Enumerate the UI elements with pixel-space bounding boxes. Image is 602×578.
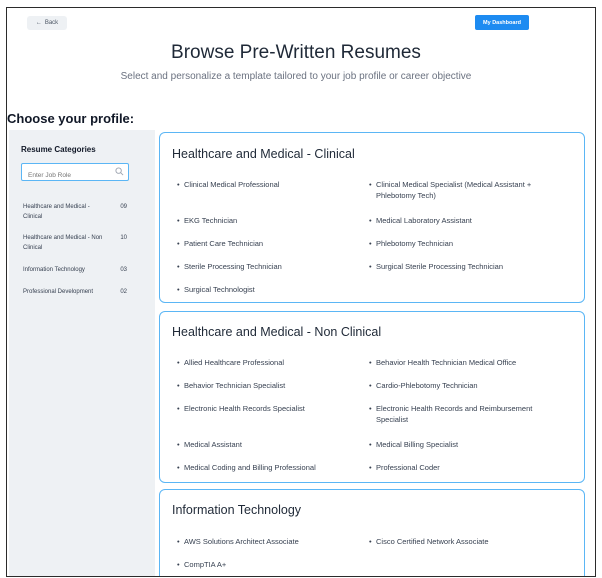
sidebar-item-professional-development[interactable]: Professional Development 02 (23, 287, 133, 297)
bullet-icon: • (177, 560, 180, 569)
category-count: 10 (120, 235, 127, 241)
resume-link[interactable]: • Behavior Health Technician Medical Offi… (369, 357, 576, 368)
resume-link[interactable]: • Allied Healthcare Professional (177, 357, 354, 368)
choose-profile-heading: Choose your profile: (7, 111, 135, 126)
bullet-icon: • (369, 440, 372, 449)
category-count: 02 (120, 289, 127, 295)
bullet-icon: • (369, 180, 372, 189)
my-dashboard-button[interactable]: My Dashboard (475, 15, 529, 30)
resume-link[interactable]: • Electronic Health Records Specialist (177, 403, 354, 414)
section-card-healthcare-clinical: Healthcare and Medical - Clinical • Clini… (159, 132, 585, 303)
section-title: Healthcare and Medical - Clinical (172, 147, 355, 161)
section-title: Information Technology (172, 503, 302, 517)
category-count: 09 (120, 204, 127, 210)
bullet-icon: • (177, 239, 180, 248)
page-subtitle: Select and personalize a template tailor… (120, 71, 472, 82)
bullet-icon: • (177, 216, 180, 225)
bullet-icon: • (177, 180, 180, 189)
section-card-information-technology: Information Technology • AWS Solutions Ar… (159, 489, 585, 576)
page-title: Browse Pre-Written Resumes (171, 42, 421, 63)
resume-link[interactable]: • Sterile Processing Technician (177, 261, 354, 272)
bullet-icon: • (177, 537, 180, 546)
section-card-healthcare-non-clinical: Healthcare and Medical - Non Clinical • A… (159, 311, 585, 483)
search-input[interactable] (22, 167, 116, 184)
job-role-search[interactable] (21, 163, 129, 184)
category-label: Information Technology (23, 267, 85, 273)
resume-link[interactable]: • Clinical Medical Professional (177, 179, 354, 190)
resume-link[interactable]: • Surgical Sterile Processing Technician (369, 261, 566, 272)
resume-link[interactable]: • Medical Assistant (177, 439, 354, 450)
category-label: Healthcare and Medical - Clinical (23, 204, 90, 220)
bullet-icon: • (369, 262, 372, 271)
sidebar-heading: Resume Categories (21, 145, 96, 154)
app-window: ← Back My Dashboard Browse Pre-Written R… (6, 7, 596, 577)
bullet-icon: • (369, 216, 372, 225)
resume-link[interactable]: • Patient Care Technician (177, 238, 354, 249)
resume-link[interactable]: • Cisco Certified Network Associate (369, 536, 566, 547)
resume-link[interactable]: • Medical Billing Specialist (369, 439, 566, 450)
arrow-left-icon: ← (35, 20, 42, 26)
resume-link[interactable]: • EKG Technician (177, 215, 354, 226)
resume-link[interactable]: • Clinical Medical Specialist (Medical As… (369, 179, 566, 201)
bullet-icon: • (177, 262, 180, 271)
bullet-icon: • (369, 239, 372, 248)
resume-link[interactable]: • Professional Coder (369, 462, 566, 473)
back-button[interactable]: ← Back (27, 16, 67, 30)
sidebar-item-information-technology[interactable]: Information Technology 03 (23, 265, 133, 275)
resume-link[interactable]: • Medical Laboratory Assistant (369, 215, 566, 226)
resume-link[interactable]: • Surgical Technologist (177, 284, 354, 295)
resume-link[interactable]: • Phlebotomy Technician (369, 238, 566, 249)
search-icon[interactable] (115, 167, 124, 176)
back-label: Back (44, 20, 59, 26)
sidebar-item-healthcare-clinical[interactable]: Healthcare and Medical - Clinical 09 (23, 202, 133, 222)
bullet-icon: • (177, 440, 180, 449)
bullet-icon: • (177, 285, 180, 294)
resume-link[interactable]: • AWS Solutions Architect Associate (177, 536, 354, 547)
category-label: Professional Development (23, 289, 94, 295)
resume-link[interactable]: • Electronic Health Records and Reimburse… (369, 403, 566, 425)
resume-link[interactable]: • Cardio-Phlebotomy Technician (369, 380, 566, 391)
bullet-icon: • (369, 358, 372, 367)
category-count: 03 (120, 267, 127, 273)
bullet-icon: • (369, 537, 372, 546)
category-label: Healthcare and Medical - Non Clinical (23, 235, 103, 251)
bullet-icon: • (369, 404, 372, 413)
resume-link[interactable]: • Medical Coding and Billing Professional (177, 462, 364, 473)
bullet-icon: • (177, 404, 180, 413)
resume-link[interactable]: • Behavior Technician Specialist (177, 380, 354, 391)
categories-sidebar: Resume Categories Healthcare and Medical… (9, 130, 155, 576)
section-title: Healthcare and Medical - Non Clinical (172, 325, 382, 339)
bullet-icon: • (369, 381, 372, 390)
bullet-icon: • (177, 381, 180, 390)
sidebar-item-healthcare-non-clinical[interactable]: Healthcare and Medical - Non Clinical 10 (23, 233, 133, 253)
bullet-icon: • (177, 463, 180, 472)
resume-link[interactable]: • CompTIA A+ (177, 559, 354, 570)
bullet-icon: • (369, 463, 372, 472)
bullet-icon: • (177, 358, 180, 367)
